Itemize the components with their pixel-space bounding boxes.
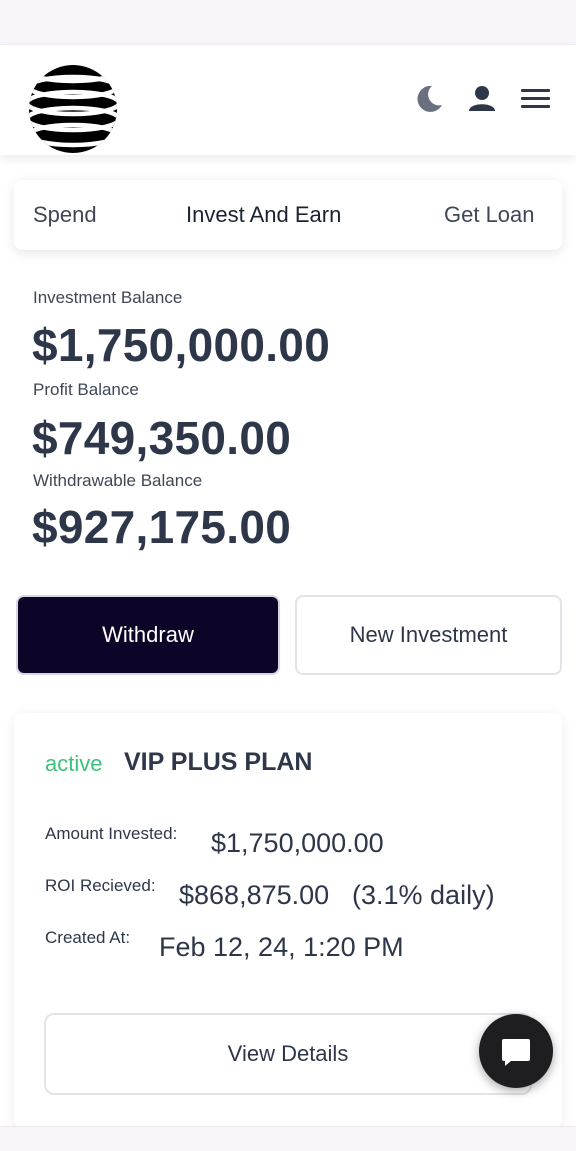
investment-balance-label: Investment Balance	[33, 288, 183, 307]
hamburger-menu-icon[interactable]	[520, 83, 552, 115]
profit-balance-value: $749,350.00	[32, 412, 292, 464]
user-icon[interactable]	[466, 83, 498, 115]
view-details-button[interactable]: View Details	[44, 1013, 532, 1095]
bottom-bar-area	[0, 1126, 576, 1151]
profit-balance-label: Profit Balance	[33, 380, 139, 399]
new-investment-button[interactable]: New Investment	[295, 595, 562, 675]
investment-balance-value: $1,750,000.00	[32, 319, 331, 371]
app-header	[0, 44, 576, 155]
withdrawable-balance-value: $927,175.00	[32, 501, 292, 553]
nav-tabs: Spend Invest And Earn Get Loan	[14, 180, 562, 250]
withdrawable-balance-label: Withdrawable Balance	[33, 471, 203, 490]
status-bar-area	[0, 0, 576, 44]
tab-spend[interactable]: Spend	[33, 202, 97, 228]
roi-received-value: $868,875.00	[179, 880, 330, 910]
chat-bubble-icon[interactable]	[479, 1014, 553, 1088]
moon-icon[interactable]	[412, 83, 444, 115]
plan-name: VIP PLUS PLAN	[124, 748, 313, 776]
tab-get-loan[interactable]: Get Loan	[444, 202, 535, 228]
logo-globe[interactable]	[27, 63, 119, 155]
amount-invested-value: $1,750,000.00	[211, 828, 384, 858]
withdraw-button[interactable]: Withdraw	[16, 595, 280, 675]
amount-invested-label: Amount Invested:	[45, 824, 178, 843]
created-at-label: Created At:	[45, 928, 131, 947]
roi-received-label: ROI Recieved:	[45, 876, 156, 895]
created-at-value: Feb 12, 24, 1:20 PM	[159, 932, 404, 962]
roi-rate: (3.1% daily)	[352, 880, 495, 910]
status-badge: active	[45, 751, 103, 776]
tab-invest-and-earn[interactable]: Invest And Earn	[186, 202, 341, 228]
